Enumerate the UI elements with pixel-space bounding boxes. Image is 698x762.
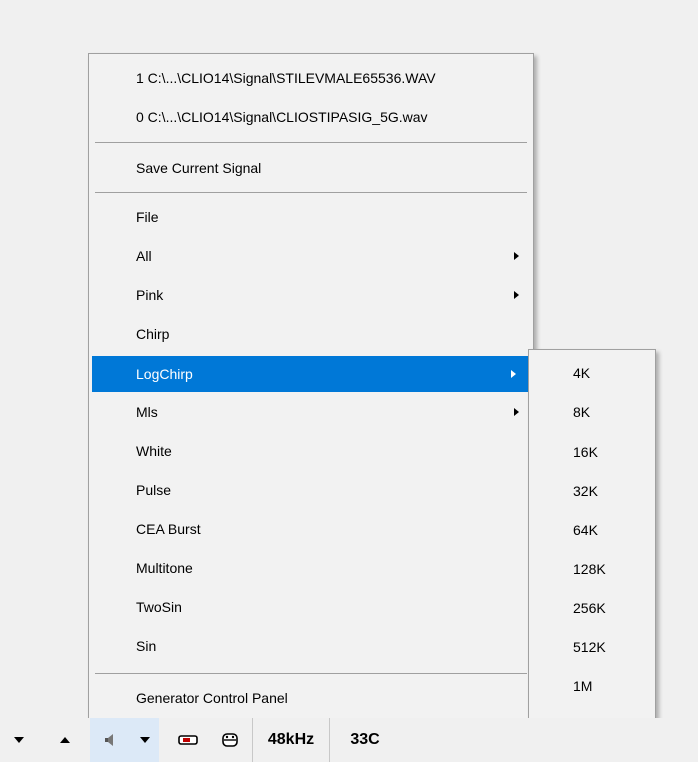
hardware-icon (222, 733, 238, 747)
recent-file-0-label: 0 C:\...\CLIO14\Signal\CLIOSTIPASIG_5G.w… (136, 109, 428, 125)
submenu-item-label: 256K (573, 600, 606, 616)
sample-rate-value: 48kHz (267, 731, 315, 748)
save-current-signal-item[interactable]: Save Current Signal (89, 150, 533, 186)
hardware-button[interactable] (216, 718, 244, 762)
menu-item-mls-label: Mls (136, 404, 158, 420)
menu-item-sin[interactable]: Sin (89, 628, 533, 664)
menu-item-pulse[interactable]: Pulse (89, 472, 533, 508)
submenu-item-label: 16K (573, 444, 598, 460)
triangle-down-icon (14, 737, 24, 743)
menu-item-cea-burst[interactable]: CEA Burst (89, 511, 533, 547)
menu-item-pink[interactable]: Pink (89, 277, 533, 313)
speaker-icon (104, 734, 113, 746)
submenu-item-16k[interactable]: 16K (529, 433, 655, 472)
temperature-value: 33C (350, 731, 380, 748)
chevron-down-icon (140, 737, 150, 743)
menu-separator (95, 673, 527, 674)
submenu-arrow-icon (514, 252, 519, 260)
device-button[interactable] (172, 718, 204, 762)
triangle-up-icon (60, 737, 70, 743)
save-current-signal-label: Save Current Signal (136, 160, 262, 176)
menu-item-chirp-label: Chirp (136, 326, 170, 342)
menu-item-logchirp-label: LogChirp (136, 366, 193, 382)
sample-rate-indicator[interactable]: 48kHz (252, 718, 330, 762)
recent-file-0[interactable]: 0 C:\...\CLIO14\Signal\CLIOSTIPASIG_5G.w… (89, 99, 533, 135)
menu-item-multitone[interactable]: Multitone (89, 550, 533, 586)
menu-item-logchirp[interactable]: LogChirp (92, 356, 530, 392)
menu-item-white[interactable]: White (89, 433, 533, 469)
generator-control-panel-item[interactable]: Generator Control Panel (89, 680, 533, 716)
recent-file-1[interactable]: 1 C:\...\CLIO14\Signal\STILEVMALE65536.W… (89, 60, 533, 96)
bottom-toolbar: 48kHz 33C (0, 718, 698, 762)
menu-item-file-label: File (136, 209, 159, 225)
menu-item-file[interactable]: File (89, 199, 533, 235)
scroll-up-button[interactable] (52, 718, 78, 762)
generator-signal-menu: 1 C:\...\CLIO14\Signal\STILEVMALE65536.W… (88, 53, 534, 720)
menu-item-multitone-label: Multitone (136, 560, 193, 576)
submenu-item-label: 64K (573, 522, 598, 538)
menu-item-twosin-label: TwoSin (136, 599, 182, 615)
recent-file-1-label: 1 C:\...\CLIO14\Signal\STILEVMALE65536.W… (136, 70, 436, 86)
submenu-item-512k[interactable]: 512K (529, 628, 655, 667)
submenu-arrow-icon (511, 370, 516, 378)
scroll-down-button[interactable] (6, 718, 32, 762)
menu-item-chirp[interactable]: Chirp (89, 316, 533, 352)
menu-item-pink-label: Pink (136, 287, 164, 303)
menu-item-mls[interactable]: Mls (89, 394, 533, 430)
speaker-button[interactable] (90, 718, 131, 762)
submenu-item-label: 1M (573, 678, 593, 694)
device-icon (178, 735, 198, 745)
submenu-item-256k[interactable]: 256K (529, 589, 655, 628)
submenu-item-1m[interactable]: 1M (529, 667, 655, 706)
submenu-item-label: 32K (573, 483, 598, 499)
submenu-item-label: 4K (573, 365, 591, 381)
submenu-item-label: 512K (573, 639, 606, 655)
menu-item-twosin[interactable]: TwoSin (89, 589, 533, 625)
submenu-item-label: 128K (573, 561, 606, 577)
logchirp-submenu: 4K 8K 16K 32K 64K 128K 256K 512K 1M 2M (528, 349, 656, 746)
menu-item-white-label: White (136, 443, 172, 459)
generator-control-panel-label: Generator Control Panel (136, 690, 288, 706)
submenu-item-64k[interactable]: 64K (529, 511, 655, 550)
submenu-item-8k[interactable]: 8K (529, 393, 655, 432)
menu-separator (95, 192, 527, 193)
menu-separator (95, 142, 527, 143)
temperature-indicator[interactable]: 33C (330, 718, 400, 762)
speaker-dropdown-button[interactable] (131, 718, 159, 762)
submenu-arrow-icon (514, 408, 519, 416)
menu-item-cea-burst-label: CEA Burst (136, 521, 201, 537)
submenu-item-label: 8K (573, 404, 591, 420)
submenu-item-4k[interactable]: 4K (529, 354, 655, 393)
submenu-arrow-icon (514, 291, 519, 299)
menu-item-all[interactable]: All (89, 238, 533, 274)
menu-item-pulse-label: Pulse (136, 482, 172, 498)
submenu-item-32k[interactable]: 32K (529, 472, 655, 511)
menu-item-all-label: All (136, 248, 152, 264)
menu-item-sin-label: Sin (136, 638, 157, 654)
submenu-item-128k[interactable]: 128K (529, 550, 655, 589)
